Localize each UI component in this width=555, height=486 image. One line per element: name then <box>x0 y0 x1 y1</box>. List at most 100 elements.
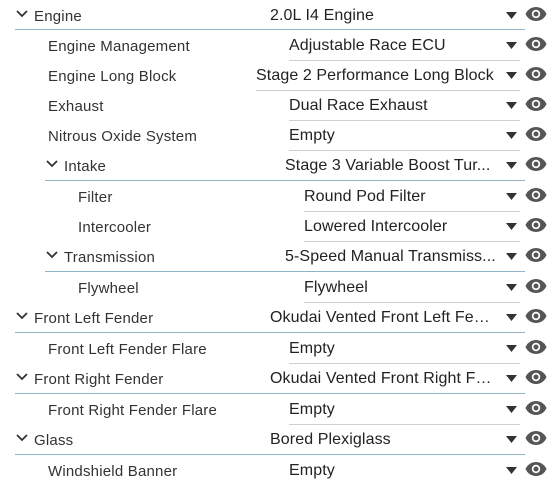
eye-icon[interactable] <box>525 186 547 204</box>
part-label: Engine Management <box>48 38 190 55</box>
part-select[interactable]: Round Pod Filter <box>304 182 520 212</box>
caret-down-icon <box>506 42 517 49</box>
part-row-windshield-banner: Windshield Banner Empty <box>0 456 555 486</box>
part-label: Front Left Fender <box>34 310 154 327</box>
selected-part: Empty <box>289 462 335 479</box>
row-divider <box>15 29 525 30</box>
part-row-exhaust: Exhaust Dual Race Exhaust <box>0 91 555 121</box>
eye-icon[interactable] <box>525 460 547 478</box>
part-label: Engine Long Block <box>48 68 177 85</box>
part-label: Intake <box>64 158 107 175</box>
part-row-filter: Filter Round Pod Filter <box>0 182 555 212</box>
chevron-down-icon[interactable] <box>15 309 29 323</box>
selected-part: Bored Plexiglass <box>270 431 391 448</box>
part-row-glass: Glass Bored Plexiglass <box>0 425 555 455</box>
part-select[interactable]: Empty <box>289 395 520 425</box>
part-select[interactable]: Adjustable Race ECU <box>289 31 520 61</box>
part-row-intake: Intake Stage 3 Variable Boost Tur... <box>0 151 555 181</box>
part-label: Exhaust <box>48 98 104 115</box>
caret-down-icon <box>506 284 517 291</box>
eye-icon[interactable] <box>525 429 547 447</box>
selected-part: Okudai Vented Front Left Fen... <box>270 309 495 326</box>
part-select[interactable]: Empty <box>289 121 520 151</box>
caret-down-icon <box>506 406 517 413</box>
caret-down-icon <box>506 375 517 382</box>
part-select[interactable]: Stage 2 Performance Long Block <box>256 61 520 91</box>
part-select[interactable]: Dual Race Exhaust <box>289 91 520 121</box>
part-select[interactable]: Empty <box>289 456 520 486</box>
eye-icon[interactable] <box>525 125 547 143</box>
row-divider <box>15 393 525 394</box>
caret-down-icon <box>506 12 517 19</box>
eye-icon[interactable] <box>525 277 547 295</box>
selected-part: Dual Race Exhaust <box>289 97 428 114</box>
selected-part: Round Pod Filter <box>304 188 426 205</box>
caret-down-icon <box>506 223 517 230</box>
caret-down-icon <box>506 72 517 79</box>
caret-down-icon <box>506 193 517 200</box>
caret-down-icon <box>506 102 517 109</box>
part-row-front-right-fender: Front Right Fender Okudai Vented Front R… <box>0 364 555 394</box>
caret-down-icon <box>506 314 517 321</box>
eye-icon[interactable] <box>525 95 547 113</box>
caret-down-icon <box>506 345 517 352</box>
part-label: Engine <box>34 8 82 25</box>
part-select[interactable]: 2.0L I4 Engine <box>270 1 520 31</box>
selected-part: Flywheel <box>304 279 368 296</box>
part-label: Flywheel <box>78 280 139 297</box>
eye-icon[interactable] <box>525 5 547 23</box>
eye-icon[interactable] <box>525 246 547 264</box>
selected-part: Empty <box>289 401 335 418</box>
selected-part: 5-Speed Manual Transmiss... <box>285 248 496 265</box>
eye-icon[interactable] <box>525 399 547 417</box>
selected-part: Okudai Vented Front Right Fe... <box>270 370 495 387</box>
part-select[interactable]: 5-Speed Manual Transmiss... <box>285 242 520 272</box>
row-divider <box>15 332 525 333</box>
caret-down-icon <box>506 467 517 474</box>
part-row-intercooler: Intercooler Lowered Intercooler <box>0 212 555 242</box>
part-label: Transmission <box>64 249 156 266</box>
part-row-nitrous: Nitrous Oxide System Empty <box>0 121 555 151</box>
part-select[interactable]: Flywheel <box>304 273 520 303</box>
part-label: Nitrous Oxide System <box>48 128 198 145</box>
caret-down-icon <box>506 162 517 169</box>
part-label: Filter <box>78 189 113 206</box>
chevron-down-icon[interactable] <box>45 157 59 171</box>
part-row-transmission: Transmission 5-Speed Manual Transmiss... <box>0 242 555 272</box>
part-label: Glass <box>34 432 74 449</box>
row-divider <box>45 180 525 181</box>
caret-down-icon <box>506 253 517 260</box>
eye-icon[interactable] <box>525 216 547 234</box>
part-select[interactable]: Stage 3 Variable Boost Tur... <box>285 151 520 181</box>
part-select[interactable]: Okudai Vented Front Right Fe... <box>270 364 520 394</box>
part-select[interactable]: Empty <box>289 334 520 364</box>
selected-part: 2.0L I4 Engine <box>270 7 375 24</box>
eye-icon[interactable] <box>525 35 547 53</box>
part-select[interactable]: Okudai Vented Front Left Fen... <box>270 303 520 333</box>
eye-icon[interactable] <box>525 155 547 173</box>
part-row-front-left-fender-flare: Front Left Fender Flare Empty <box>0 334 555 364</box>
part-row-flywheel: Flywheel Flywheel <box>0 273 555 303</box>
part-row-engine: Engine 2.0L I4 Engine <box>0 1 555 31</box>
part-label: Front Right Fender <box>34 371 164 388</box>
eye-icon[interactable] <box>525 338 547 356</box>
part-select[interactable]: Lowered Intercooler <box>304 212 520 242</box>
selected-part: Stage 2 Performance Long Block <box>256 67 494 84</box>
part-row-front-right-fender-flare: Front Right Fender Flare Empty <box>0 395 555 425</box>
part-row-engine-long-block: Engine Long Block Stage 2 Performance Lo… <box>0 61 555 91</box>
eye-icon[interactable] <box>525 65 547 83</box>
chevron-down-icon[interactable] <box>15 7 29 21</box>
chevron-down-icon[interactable] <box>15 370 29 384</box>
selected-part: Stage 3 Variable Boost Tur... <box>285 157 491 174</box>
chevron-down-icon[interactable] <box>45 248 59 262</box>
part-label: Intercooler <box>78 219 152 236</box>
selected-part: Adjustable Race ECU <box>289 37 446 54</box>
eye-icon[interactable] <box>525 307 547 325</box>
part-label: Windshield Banner <box>48 463 178 480</box>
chevron-down-icon[interactable] <box>15 431 29 445</box>
eye-icon[interactable] <box>525 368 547 386</box>
part-select[interactable]: Bored Plexiglass <box>270 425 520 455</box>
part-row-front-left-fender: Front Left Fender Okudai Vented Front Le… <box>0 303 555 333</box>
part-label: Front Left Fender Flare <box>48 341 207 358</box>
selected-part: Empty <box>289 340 335 357</box>
